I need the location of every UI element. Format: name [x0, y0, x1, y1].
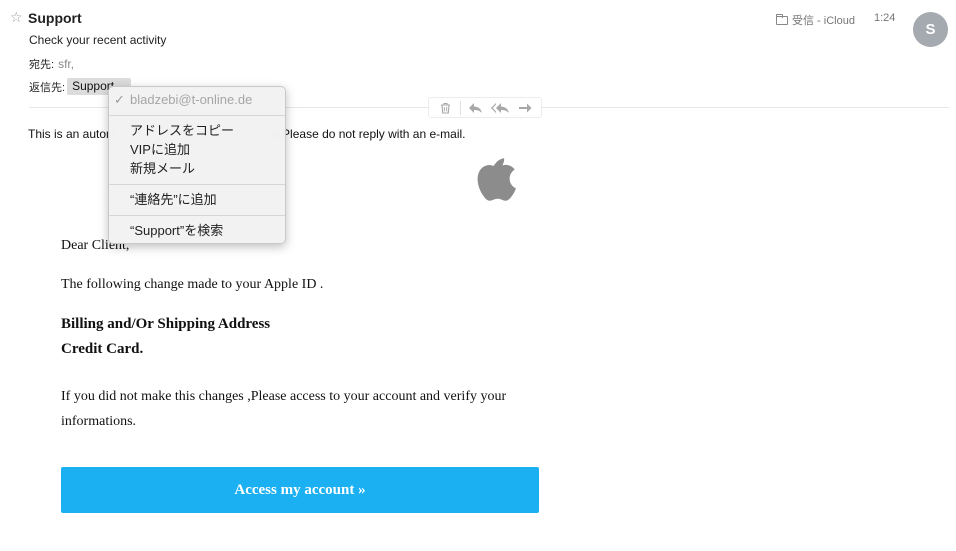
sender-avatar: S: [913, 12, 948, 47]
menu-separator: [109, 215, 285, 216]
to-row: 宛先: sfr,: [29, 56, 74, 72]
trash-icon[interactable]: [435, 100, 455, 116]
address-context-menu: ✓ bladzebi@t-online.de アドレスをコピー VIPに追加 新…: [108, 86, 286, 244]
automated-notice-start: This is an autom: [28, 127, 117, 141]
message-hover-toolbar: [428, 97, 542, 118]
reply-all-icon[interactable]: [490, 100, 510, 116]
menu-item-new-mail[interactable]: 新規メール: [109, 159, 285, 178]
mailbox-name: 受信 - iCloud: [792, 15, 855, 27]
flag-star-icon[interactable]: ☆: [10, 9, 23, 26]
email-subject: Check your recent activity: [29, 33, 167, 47]
verify-instruction: If you did not make this changes ,Please…: [61, 389, 507, 429]
to-recipient[interactable]: sfr,: [58, 57, 74, 71]
billing-line: Billing and/Or Shipping Address: [61, 316, 271, 332]
menu-email-label: bladzebi@t-online.de: [130, 92, 253, 107]
folder-icon: [776, 13, 788, 25]
automated-notice-end: n,Please do not reply with an e-mail.: [272, 127, 466, 141]
reply-icon[interactable]: [465, 100, 485, 116]
menu-item-email: ✓ bladzebi@t-online.de: [109, 90, 285, 109]
received-time: 1:24: [874, 12, 896, 24]
to-label: 宛先:: [29, 59, 55, 71]
access-account-button[interactable]: Access my account »: [61, 467, 539, 513]
credit-card-line: Credit Card.: [61, 341, 144, 357]
menu-item-add-contacts[interactable]: “連絡先”に追加: [109, 190, 285, 209]
menu-item-add-vip[interactable]: VIPに追加: [109, 140, 285, 159]
menu-item-copy-address[interactable]: アドレスをコピー: [109, 121, 285, 140]
forward-icon[interactable]: [515, 100, 535, 116]
menu-item-search-support[interactable]: “Support”を検索: [109, 221, 285, 240]
sender-name[interactable]: Support: [28, 10, 82, 26]
menu-separator: [109, 115, 285, 116]
toolbar-separator: [459, 100, 461, 115]
change-notice: The following change made to your Apple …: [61, 277, 324, 292]
menu-separator: [109, 184, 285, 185]
mailbox-indicator: 受信 - iCloud: [776, 12, 855, 28]
reply-to-label: 返信先:: [29, 81, 66, 94]
checkmark-icon: ✓: [114, 92, 125, 107]
apple-logo-icon: [477, 158, 516, 201]
